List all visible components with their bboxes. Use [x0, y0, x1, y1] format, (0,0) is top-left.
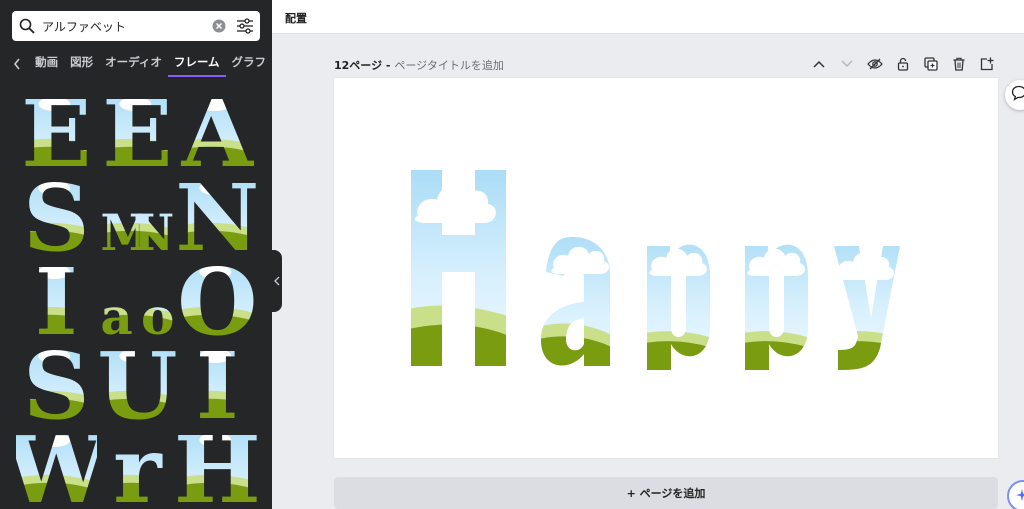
frame-letter-item[interactable]: W — [16, 422, 97, 506]
frame-letter-glyph: E — [21, 86, 91, 170]
letter-row: WrH — [16, 422, 258, 506]
letter-row: EEA — [16, 86, 258, 170]
frame-letter-item[interactable]: ao — [97, 254, 178, 338]
page-separator: - — [382, 59, 395, 72]
add-page-icon[interactable] — [976, 53, 998, 75]
happy-frame-text[interactable] — [334, 78, 998, 458]
frame-letter-item[interactable]: S — [16, 170, 97, 254]
add-page-button[interactable]: + ページを追加 — [334, 477, 998, 509]
frame-letter-item[interactable]: r — [97, 422, 178, 506]
chevron-up-icon[interactable] — [808, 53, 830, 75]
comment-icon — [1011, 85, 1024, 105]
sparkle-icon — [1015, 487, 1024, 506]
category-tabs: 動画 図形 オーディオ フレーム グラフ — [0, 50, 272, 78]
search-input[interactable] — [42, 12, 208, 40]
delete-icon[interactable] — [948, 53, 970, 75]
frame-letter-item[interactable]: I — [16, 254, 97, 338]
frame-letter-item[interactable]: E — [97, 86, 178, 170]
tab-audio[interactable]: オーディオ — [99, 51, 168, 77]
tab-video[interactable]: 動画 — [29, 51, 64, 77]
frame-letter-item[interactable]: I — [177, 338, 258, 422]
add-page-label: + ページを追加 — [626, 487, 706, 500]
letter-row: SUI — [16, 338, 258, 422]
frame-letter-glyph: MN — [100, 203, 174, 254]
frame-letter-glyph: r — [113, 422, 163, 506]
search-icon — [12, 11, 42, 41]
letter-row: Iao O — [16, 254, 258, 338]
frame-letter-glyph: W — [16, 422, 97, 506]
frame-letter-glyph: ao — [100, 287, 174, 338]
page-header: 12ページ - ページタイトルを追加 — [334, 52, 998, 76]
comment-button[interactable] — [1005, 80, 1024, 110]
frame-letter-glyph: E — [102, 86, 172, 170]
frame-letter-glyph: N — [177, 170, 258, 254]
page-title-placeholder[interactable]: ページタイトルを追加 — [394, 59, 504, 72]
tab-frames[interactable]: フレーム — [167, 51, 226, 77]
frame-letter-glyph: S — [23, 338, 89, 422]
page-number: 12ページ — [334, 59, 383, 72]
search-box[interactable] — [12, 11, 260, 41]
frame-letter-glyph: A — [181, 86, 255, 170]
frame-letter-grid: E E A S MN N Iao O S U I Wr H — [16, 86, 258, 506]
letter-row: S MN N — [16, 170, 258, 254]
position-title[interactable]: 配置 — [285, 10, 307, 26]
frame-letter-item[interactable]: O — [177, 254, 258, 338]
page-actions — [808, 52, 998, 76]
frame-letter-glyph: U — [97, 338, 177, 422]
magic-assistant-button[interactable] — [1007, 480, 1024, 509]
tab-shapes[interactable]: 図形 — [64, 51, 99, 77]
frame-letter-item[interactable]: MN — [97, 170, 178, 254]
hide-icon[interactable] — [864, 53, 886, 75]
collapse-panel-button[interactable] — [272, 250, 282, 312]
frame-letter-item[interactable]: N — [177, 170, 258, 254]
chevron-left-icon[interactable] — [4, 51, 29, 77]
chevron-down-icon[interactable] — [836, 53, 858, 75]
frame-letter-item[interactable]: E — [16, 86, 97, 170]
frame-letter-item[interactable]: U — [97, 338, 178, 422]
sidebar: 動画 図形 オーディオ フレーム グラフ EEASMNNIaoOSUIWrH — [0, 0, 272, 509]
frame-letter-item[interactable]: S — [16, 338, 97, 422]
frame-letter-glyph: H — [177, 422, 258, 506]
top-bar: 配置 — [272, 0, 1024, 34]
frame-letter-glyph: S — [23, 170, 89, 254]
frame-letter-glyph: I — [35, 254, 78, 338]
page-label[interactable]: 12ページ - ページタイトルを追加 — [334, 57, 504, 73]
filter-icon[interactable] — [230, 11, 260, 41]
clear-icon[interactable] — [208, 11, 230, 41]
frame-letter-item[interactable]: H — [177, 422, 258, 506]
frame-letter-glyph: I — [196, 338, 239, 422]
frame-letter-glyph: O — [178, 254, 258, 338]
tab-charts[interactable]: グラフ — [226, 51, 273, 77]
frame-letter-item[interactable]: A — [177, 86, 258, 170]
duplicate-icon[interactable] — [920, 53, 942, 75]
lock-icon[interactable] — [892, 53, 914, 75]
design-canvas[interactable] — [334, 78, 998, 458]
